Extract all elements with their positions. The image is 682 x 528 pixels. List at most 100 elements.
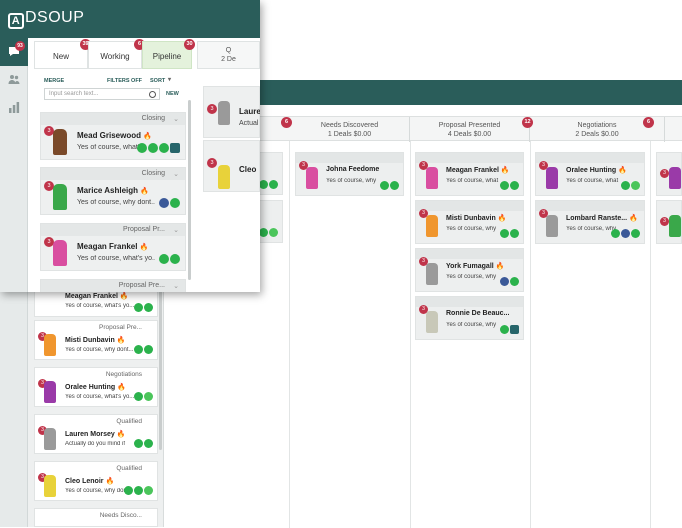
app-logo[interactable]: A DSOUP [8,9,84,29]
email-icon [510,277,519,286]
chevron-down-icon[interactable]: ⌄ [173,226,179,234]
deal-card[interactable]: 3 [656,200,682,244]
deal-card[interactable]: 3 Lombard Ranste... 🔥 Yes of course, why [535,200,645,244]
facebook-icon [159,198,169,208]
nav-contacts[interactable] [0,66,28,94]
sms-icon [500,229,509,238]
card-stage-row [536,201,644,211]
avatar [44,334,56,356]
cold-lead-icon: 🔥 [629,215,638,222]
contact-name: York Fumagall 🔥 [446,262,504,270]
contact-name-text: Lombard Ranste... [566,215,628,222]
column-divider [650,141,651,528]
filters-button[interactable]: FILTERS OFF [107,78,142,84]
conversation-card[interactable]: Qualified 3 Lauren Morsey 🔥 Actually do … [34,414,158,454]
conversation-card[interactable]: Closing ⌄ 3 Mead Grisewood 🔥 Yes of cour… [40,112,186,160]
card-stage-row [416,201,523,211]
channel-icons [500,229,519,238]
chevron-down-icon[interactable]: ⌄ [173,115,179,123]
deal-card[interactable]: 3 Ronnie De Beauc... Yes of course, why [415,296,524,340]
merge-button[interactable]: MERGE [44,78,64,84]
conversation-card[interactable]: Negotiations 3 Oralee Hunting 🔥 Yes of c… [34,367,158,407]
contact-name: Cleo [239,165,257,174]
column-divider [289,141,290,528]
deal-card[interactable]: 3 Cleo [203,140,260,192]
email-icon [170,198,180,208]
deal-card[interactable]: 3 [656,152,682,196]
contact-name-text: Meagan Frankel [77,242,138,251]
contact-name-text: Marice Ashleigh [77,186,139,195]
avatar [53,129,67,155]
chevron-down-icon[interactable]: ⌄ [173,170,179,178]
sms-icon [259,180,268,189]
conversation-card[interactable]: Qualified 3 Cleo Lenoir 🔥 Yes of course,… [34,461,158,501]
channel-icons [500,325,519,334]
contact-name: Misti Dunbavin 🔥 [446,214,506,222]
cold-lead-icon: 🔥 [117,384,126,391]
stage-summary: 4 Deals $0.00 [447,131,492,138]
search-input[interactable]: Input search text... [44,88,160,100]
avatar [53,240,67,266]
deal-card[interactable]: 3 York Fumagall 🔥 Yes of course, why [415,248,524,292]
card-stage-row [416,153,523,163]
conversation-card[interactable]: Meagan Frankel 🔥 Yes of course, what's y… [34,290,158,317]
facebook-icon [621,229,630,238]
deal-card[interactable]: 3 Johna Feedome Yes of course, why [295,152,404,196]
search-placeholder: Input search text... [49,91,99,97]
conversation-card[interactable]: Proposal Pre... 3 Misti Dunbavin 🔥 Yes o… [34,320,158,360]
stage-title: Needs Discovered [320,122,379,129]
sms-icon [134,303,143,312]
conversation-card[interactable]: Proposal Pre... ⌄ [40,279,186,292]
nav-conversations[interactable]: 93 [0,38,28,66]
stage-needs-discovered[interactable]: Needs Discovered 1 Deals $0.00 [290,117,410,142]
whatsapp-icon [269,228,278,237]
deal-stage-label: Needs Disco... [99,512,142,519]
avatar [669,167,681,189]
deal-card[interactable]: 3 Oralee Hunting 🔥 Yes of course, what [535,152,645,196]
channel-icons [124,486,153,495]
deal-card[interactable]: 3 Laure Actual [203,86,260,138]
avatar [546,167,558,189]
sms-icon [621,181,630,190]
deal-stage-label: Closing [141,115,165,122]
chevron-down-icon[interactable]: ⌄ [173,282,179,290]
deal-card[interactable]: 3 Misti Dunbavin 🔥 Yes of course, why [415,200,524,244]
avatar [426,167,438,189]
tab-pipeline[interactable]: Pipeline 30 [142,39,195,69]
conversation-card[interactable]: Needs Disco... [34,508,158,527]
channel-icons [259,180,278,189]
list-scrollbar[interactable] [159,290,162,450]
contact-name-text: Mead Grisewood [77,131,142,140]
list-toolbar: MERGE FILTERS OFF SORT ▾ [44,76,184,88]
conversation-card[interactable]: Proposal Pr... ⌄ 3 Meagan Frankel 🔥 Yes … [40,223,186,271]
stage-header-peek[interactable]: Q 2 De [197,41,260,69]
list-scrollbar[interactable] [188,100,191,280]
channel-icons [380,181,399,190]
nav-reports[interactable] [0,94,28,122]
card-stage-row [416,249,523,259]
email-icon [144,439,153,448]
tab-new[interactable]: New 39 [34,39,91,69]
logo-mark: A [8,13,24,29]
search-icon[interactable] [149,91,156,98]
sort-chevron-icon[interactable]: ▾ [168,76,171,83]
stage-proposal-presented[interactable]: Proposal Presented 4 Deals $0.00 [410,117,530,142]
channel-icons [134,392,153,401]
contact-name: Mead Grisewood 🔥 [77,131,152,140]
sms-icon [500,325,509,334]
whatsapp-icon [631,181,640,190]
cold-lead-icon: 🔥 [495,263,505,270]
sort-button[interactable]: SORT [150,78,165,84]
contact-name: Laure [239,107,260,116]
sms-icon [124,486,133,495]
new-conversation-button[interactable]: NEW [166,91,179,97]
conversations-badge: 93 [15,41,25,51]
sms-icon [380,181,389,190]
conversation-card[interactable]: Closing ⌄ 3 Marice Ashleigh 🔥 Yes of cou… [40,167,186,215]
avatar [218,165,230,189]
deal-card[interactable]: 3 Meagan Frankel 🔥 Yes of course, what [415,152,524,196]
sms-icon [134,345,143,354]
tab-working[interactable]: Working 6 [88,39,145,69]
deal-stage-label: Qualified [116,418,142,425]
inbox-tabs: New 39 Working 6 Pipeline 30 [34,39,195,69]
